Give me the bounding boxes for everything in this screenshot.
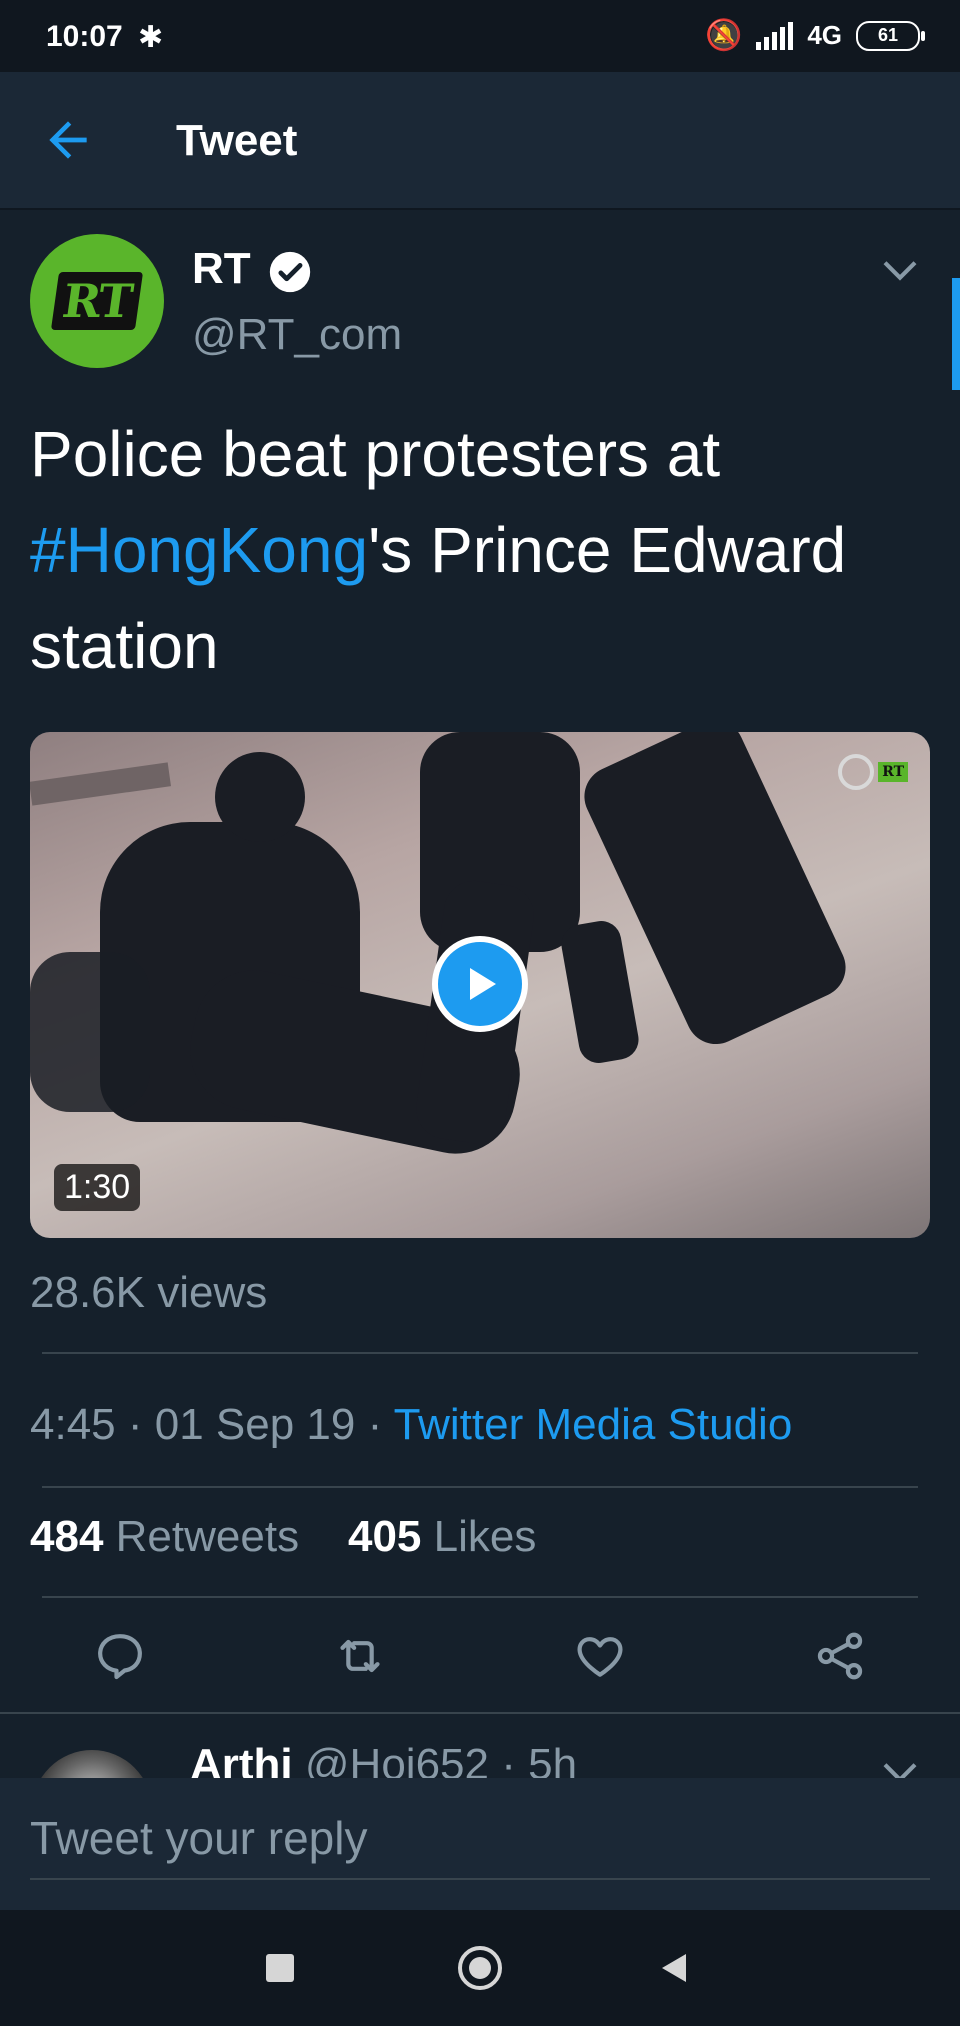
reply-icon[interactable] [92,1628,148,1684]
source-link[interactable]: Twitter Media Studio [394,1400,793,1449]
scene-figure [558,917,642,1067]
divider [42,1486,918,1488]
reply-input[interactable] [30,1798,930,1880]
tweet-detail-screen: 10:07 ✱ 🔕 4G 61 Tweet RT RT @RT_com Poli… [0,0,960,2026]
hashtag-link[interactable]: #HongKong [30,514,368,586]
rt-ring-icon [838,754,875,790]
reply-bar [0,1778,960,1910]
likes-stat[interactable]: 405 Likes [348,1512,536,1561]
scene-detail [30,762,171,806]
timestamp-row: 4:45 · 01 Sep 19 · Twitter Media Studio [30,1400,792,1450]
video-duration: 1:30 [54,1164,141,1211]
likes-count: 405 [347,1512,422,1561]
chevron-down-icon[interactable] [880,256,920,286]
verified-badge-icon [269,251,311,293]
video-thumbnail[interactable]: RT 1:30 [30,732,930,1238]
share-icon[interactable] [812,1628,868,1684]
recents-icon[interactable] [266,1954,294,1982]
author-display-name[interactable]: RT [192,244,251,294]
play-icon [470,968,496,1000]
reply-meta: @Hoi652 · 5h [304,1740,578,1780]
chevron-down-icon[interactable] [880,1758,920,1780]
scene-figure [30,952,150,1112]
signal-icon [756,21,794,50]
engagement-stats: 484 Retweets 405 Likes [30,1512,536,1562]
view-count: 28.6K views [30,1268,268,1317]
network-type: 4G [807,20,842,50]
reply-author-name: Arthi [190,1740,293,1780]
rt-watermark: RT [838,754,908,790]
retweet-icon[interactable] [332,1628,388,1684]
arrow-left-icon[interactable] [40,112,96,168]
home-icon[interactable] [458,1946,502,1990]
avatar[interactable]: RT [30,234,164,368]
battery-icon: 61 [856,20,925,51]
like-icon[interactable] [572,1628,628,1684]
bluetooth-icon: ✱ [138,21,164,54]
scene-figure [215,752,305,842]
likes-label: Likes [433,1512,537,1561]
divider [42,1352,918,1354]
status-icons: 🔕 4G 61 [704,18,925,53]
back-triangle-icon[interactable] [662,1954,686,1982]
status-bar: 10:07 ✱ 🔕 4G 61 [0,0,960,72]
play-button[interactable] [432,936,528,1032]
tweet-text: Police beat protesters at #HongKong's Pr… [30,406,930,694]
status-time: 10:07 [46,20,123,53]
mute-icon: 🔕 [704,19,743,52]
tweet-text-part: Police beat protesters at [30,418,721,490]
divider [42,1596,918,1598]
retweets-label: Retweets [115,1512,300,1561]
author-handle[interactable]: @RT_com [192,310,402,360]
rt-watermark-logo: RT [878,762,908,782]
system-nav-bar [0,1910,960,2026]
reply-author: Arthi @Hoi652 · 5h [190,1740,577,1780]
reply-preview[interactable]: Arthi @Hoi652 · 5h [0,1712,960,1780]
avatar-logo: RT [51,272,143,330]
retweets-count: 484 [30,1512,104,1561]
page-title: Tweet [176,116,298,165]
reply-avatar[interactable] [32,1750,152,1780]
retweets-stat[interactable]: 484 Retweets [30,1512,299,1561]
app-header: Tweet [0,72,960,210]
scroll-indicator [952,278,960,390]
timestamp: 4:45 · 01 Sep 19 · [30,1400,394,1449]
tweet-actions [0,1620,960,1694]
